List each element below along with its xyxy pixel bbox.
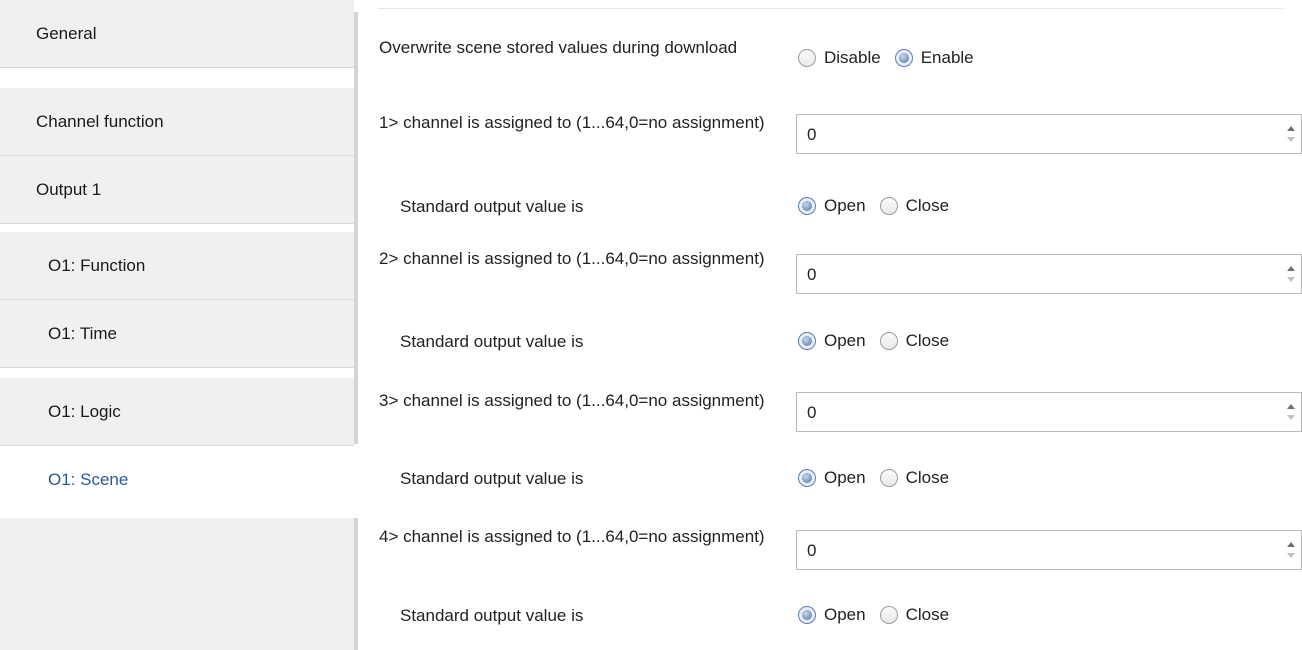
channel-3-open-option[interactable]: Open [798,468,866,488]
radio-checked-icon[interactable] [894,49,913,67]
channel-1-assign-spinbox[interactable]: 0 [796,114,1302,154]
arrow-down-icon[interactable] [1287,277,1295,282]
sidebar-item-label: Channel function [36,111,164,131]
sidebar-item-label: O1: Time [48,323,117,343]
channel-2-open-option[interactable]: Open [798,331,866,351]
radio-unchecked-icon[interactable] [798,49,816,67]
radio-checked-icon[interactable] [798,469,816,487]
channel-2-assign-label: 2> channel is assigned to (1...64,0=no a… [379,249,765,268]
radio-unchecked-icon[interactable] [879,197,898,215]
arrow-up-icon[interactable] [1287,126,1295,131]
channel-4-close-option[interactable]: Close [879,605,950,625]
close-label: Close [905,605,950,624]
close-label: Close [905,468,950,487]
sidebar-item-o1-function[interactable]: O1: Function [0,232,354,300]
sidebar-item-output-1[interactable]: Output 1 [0,156,354,224]
radio-unchecked-icon[interactable] [879,332,898,350]
radio-unchecked-icon[interactable] [879,606,898,624]
channel-1-output-label: Standard output value is [400,197,584,216]
close-label: Close [905,331,950,350]
arrow-down-icon[interactable] [1287,553,1295,558]
overwrite-radio-group: Disable Enable [798,48,988,68]
sidebar-item-label: O1: Function [48,255,146,275]
radio-checked-icon[interactable] [798,332,816,350]
sidebar-item-label: General [36,23,97,43]
radio-checked-icon[interactable] [798,606,816,624]
overwrite-label: Overwrite scene stored values during dow… [379,38,738,57]
sidebar-item-channel-function[interactable]: Channel function [0,88,354,156]
channel-4-output-label: Standard output value is [400,606,584,625]
channel-3-assign-label: 3> channel is assigned to (1...64,0=no a… [379,391,765,410]
sidebar-item-label: O1: Logic [48,401,121,421]
spinbox-value: 0 [807,403,817,422]
radio-unchecked-icon[interactable] [879,469,898,487]
channel-2-assign-spinbox[interactable]: 0 [796,254,1302,294]
open-label: Open [824,196,866,215]
sidebar-item-o1-scene[interactable]: O1: Scene [0,446,354,514]
sidebar-item-general[interactable]: General [0,0,354,68]
spinbox-value: 0 [807,125,817,144]
channel-2-output-radio-group: Open Close [798,331,963,351]
sidebar-item-label: Output 1 [36,179,102,199]
spin-arrows [1285,399,1297,425]
overwrite-disable-option[interactable]: Disable [798,48,881,68]
spinbox-value: 0 [807,541,817,560]
channel-2-close-option[interactable]: Close [879,331,950,351]
spin-arrows [1285,537,1297,563]
channel-4-open-option[interactable]: Open [798,605,866,625]
channel-3-assign-spinbox[interactable]: 0 [796,392,1302,432]
channel-3-output-radio-group: Open Close [798,468,963,488]
overwrite-enable-label: Enable [920,48,974,67]
channel-1-assign-label: 1> channel is assigned to (1...64,0=no a… [379,113,765,132]
channel-4-assign-spinbox[interactable]: 0 [796,530,1302,570]
sidebar-item-o1-time[interactable]: O1: Time [0,300,354,368]
arrow-up-icon[interactable] [1287,266,1295,271]
channel-1-open-option[interactable]: Open [798,196,866,216]
open-label: Open [824,605,866,624]
spinbox-value: 0 [807,265,817,284]
sidebar-item-label: O1: Scene [48,470,129,489]
channel-4-output-radio-group: Open Close [798,605,963,625]
channel-4-assign-label: 4> channel is assigned to (1...64,0=no a… [379,527,765,546]
open-label: Open [824,468,866,487]
channel-1-close-option[interactable]: Close [879,196,950,216]
channel-1-output-radio-group: Open Close [798,196,963,216]
arrow-down-icon[interactable] [1287,137,1295,142]
spin-arrows [1285,121,1297,147]
sidebar-item-o1-logic[interactable]: O1: Logic [0,378,354,446]
channel-3-close-option[interactable]: Close [879,468,950,488]
channel-3-output-label: Standard output value is [400,469,584,488]
panel-top-border [378,8,1283,9]
spin-arrows [1285,261,1297,287]
arrow-up-icon[interactable] [1287,404,1295,409]
arrow-down-icon[interactable] [1287,415,1295,420]
channel-2-output-label: Standard output value is [400,332,584,351]
arrow-up-icon[interactable] [1287,542,1295,547]
open-label: Open [824,331,866,350]
overwrite-enable-option[interactable]: Enable [894,48,974,68]
sidebar-empty-area [0,518,354,650]
parameter-window: General Channel function Output 1 O1: Fu… [0,0,1302,650]
close-label: Close [905,196,950,215]
sidebar-nav: General Channel function Output 1 O1: Fu… [0,0,354,650]
radio-checked-icon[interactable] [798,197,816,215]
parameter-panel: Overwrite scene stored values during dow… [358,0,1302,650]
overwrite-disable-label: Disable [824,48,881,67]
